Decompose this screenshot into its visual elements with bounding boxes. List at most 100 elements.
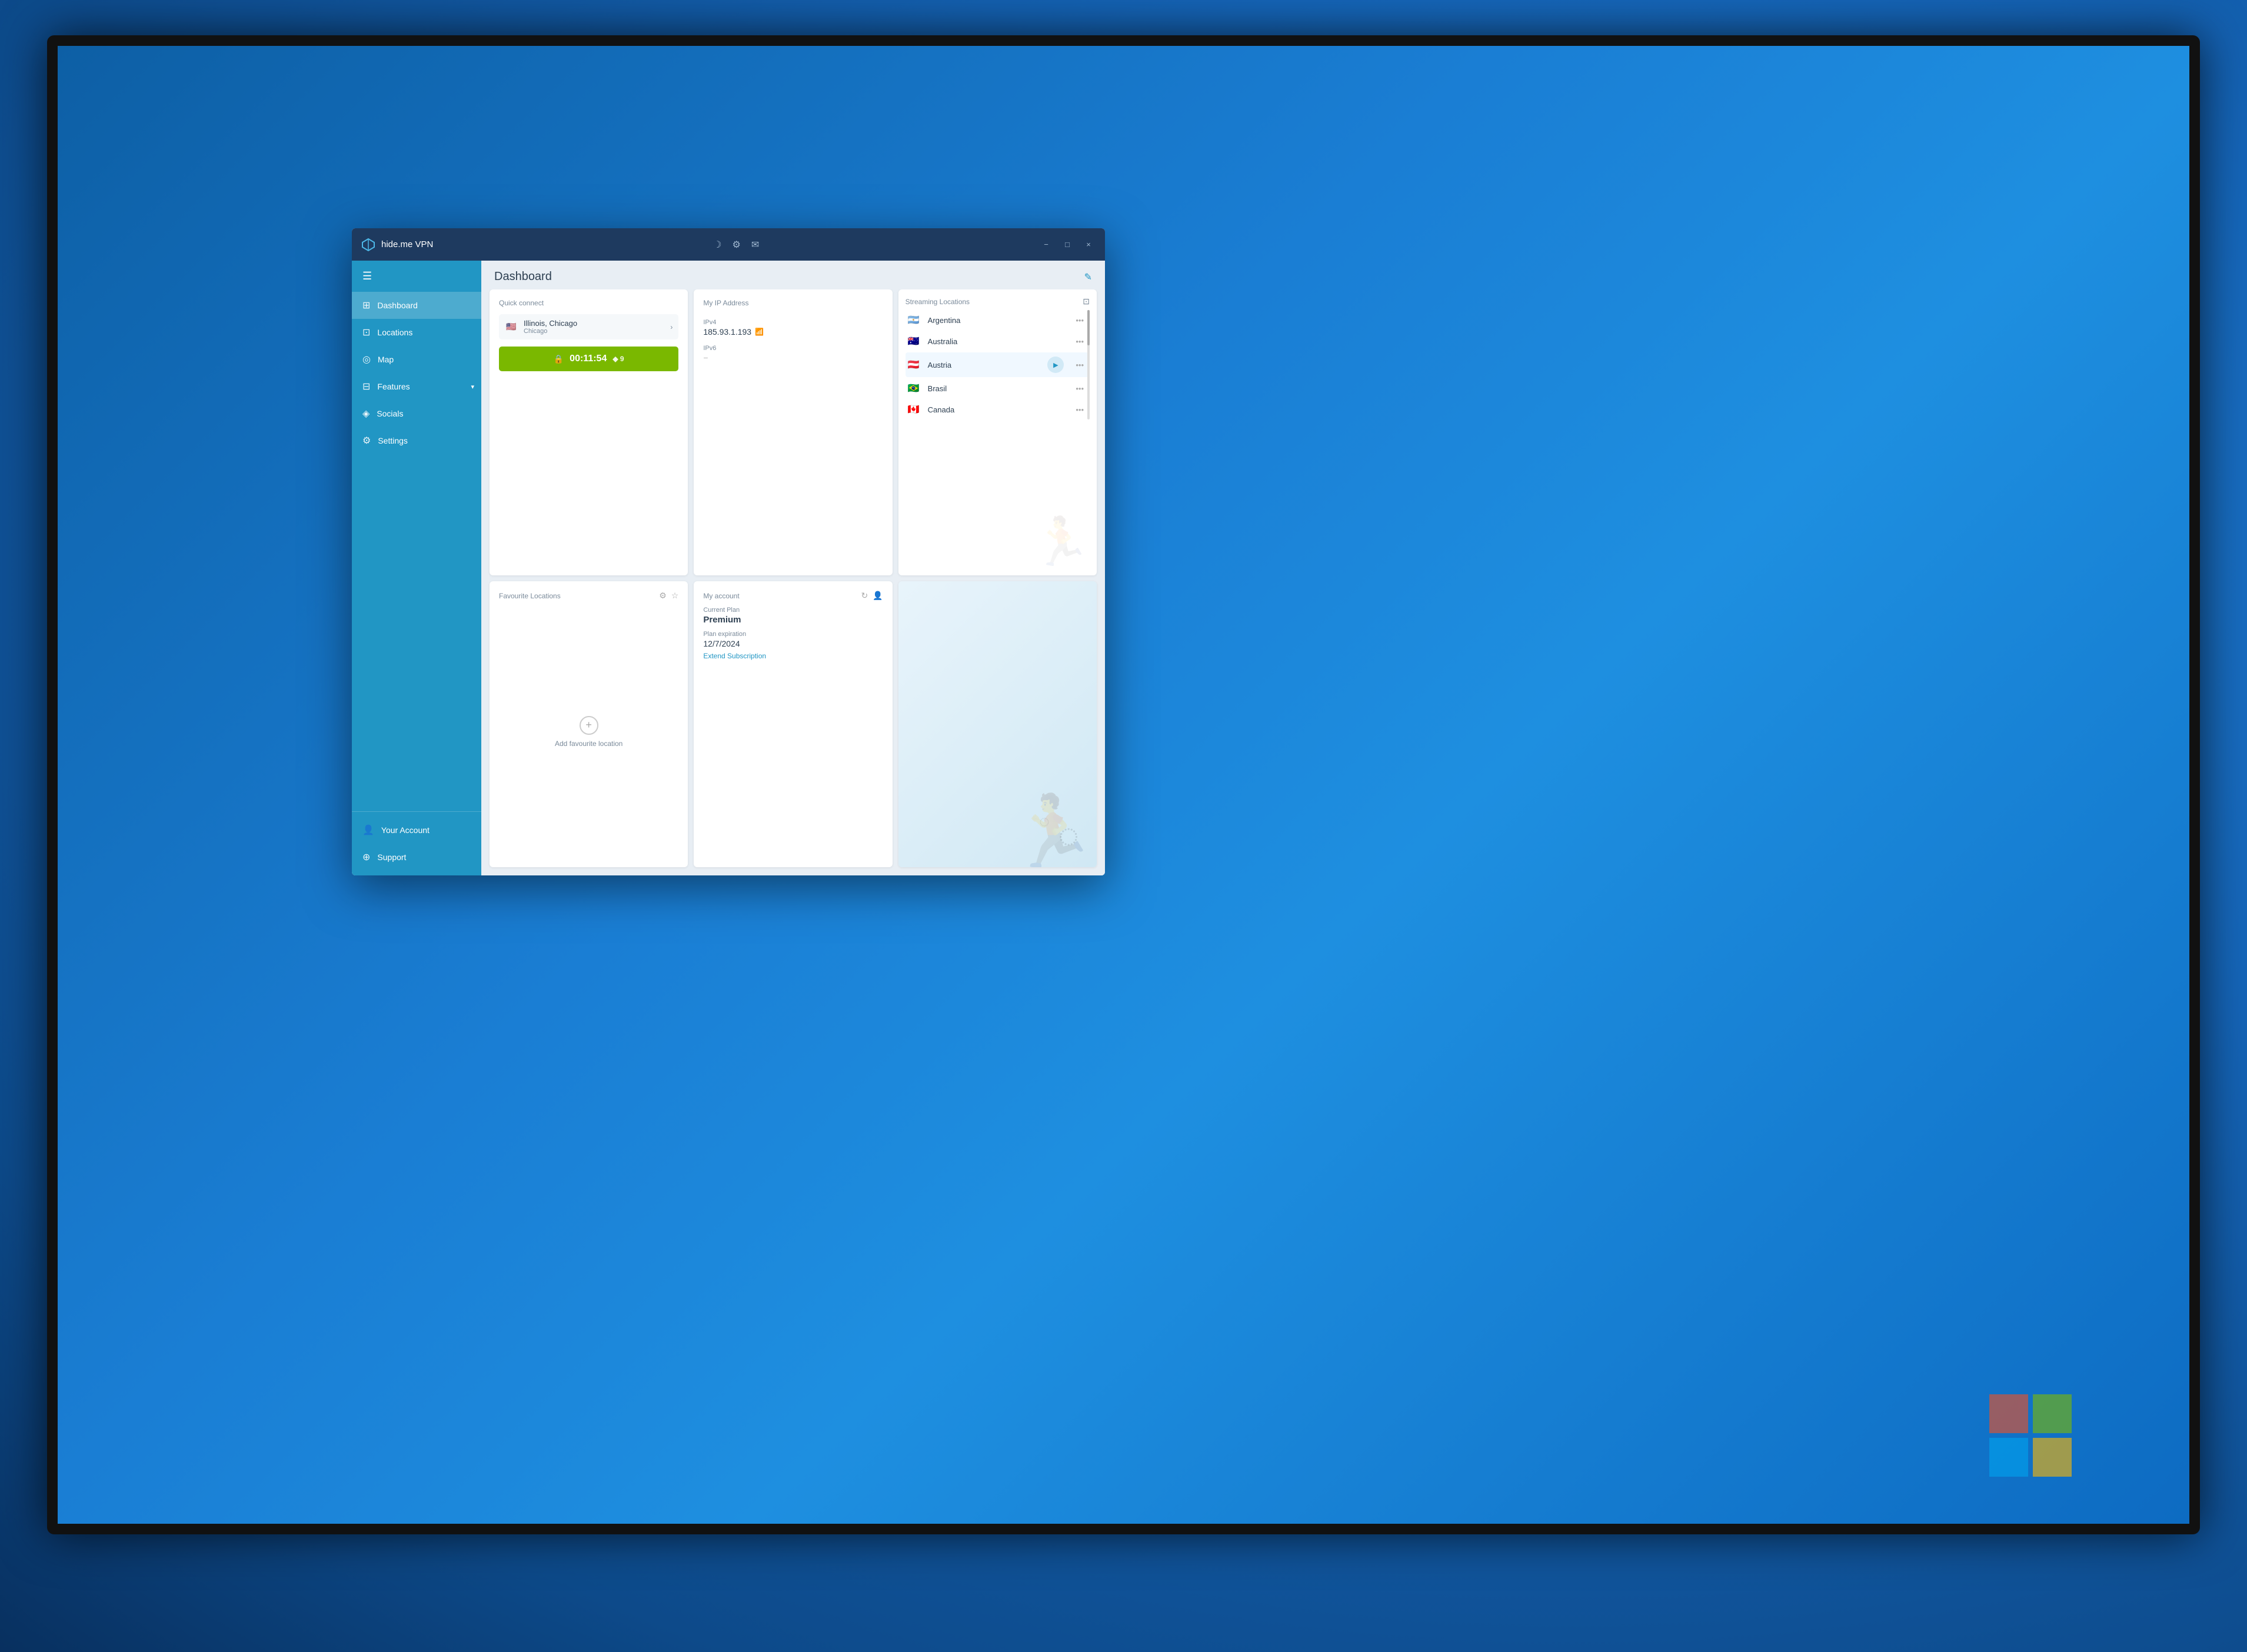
minimize-button[interactable]: − — [1039, 238, 1053, 252]
sidebar-item-settings[interactable]: ⚙ Settings — [352, 427, 481, 454]
moon-icon[interactable]: ☽ — [713, 239, 721, 251]
austria-flag: 🇦🇹 — [908, 359, 922, 371]
refresh-icon[interactable]: ↻ — [861, 591, 868, 601]
sidebar-item-support[interactable]: ⊕ Support — [352, 844, 481, 871]
sidebar-label-support: Support — [377, 852, 406, 862]
gear-fav-icon[interactable]: ⚙ — [659, 591, 667, 601]
austria-more[interactable]: ••• — [1072, 359, 1087, 371]
app-logo — [361, 238, 375, 252]
dashboard-grid: Quick connect 🇺🇸 Illinois, Chicago Chica… — [481, 289, 1105, 875]
ipv4-value: 185.93.1.193 — [703, 327, 751, 337]
plus-icon: + — [580, 716, 598, 735]
argentina-name: Argentina — [928, 316, 1067, 325]
settings-icon[interactable]: ⚙ — [732, 239, 740, 251]
sidebar: ☰ ⊞ Dashboard ⊡ Locations ◎ Map ⊟ Featur… — [352, 261, 481, 875]
australia-flag: 🇦🇺 — [908, 335, 922, 347]
sidebar-label-map: Map — [378, 355, 394, 364]
sidebar-label-account: Your Account — [381, 825, 430, 835]
sidebar-item-account[interactable]: 👤 Your Account — [352, 817, 481, 844]
streaming-item-brasil[interactable]: 🇧🇷 Brasil ••• — [906, 378, 1090, 398]
sidebar-item-locations[interactable]: ⊡ Locations — [352, 319, 481, 346]
australia-name: Australia — [928, 337, 1067, 346]
argentina-more[interactable]: ••• — [1072, 315, 1087, 326]
streaming-item-australia[interactable]: 🇦🇺 Australia ••• — [906, 331, 1090, 351]
edit-icon[interactable]: ✎ — [1084, 271, 1092, 283]
sidebar-label-dashboard: Dashboard — [377, 301, 418, 310]
main-content: Dashboard ✎ Quick connect 🇺🇸 Illinois, C… — [481, 261, 1105, 875]
sidebar-item-socials[interactable]: ◈ Socials — [352, 400, 481, 427]
app-body: ☰ ⊞ Dashboard ⊡ Locations ◎ Map ⊟ Featur… — [352, 261, 1105, 875]
sidebar-label-settings: Settings — [378, 436, 408, 445]
favourite-title: Favourite Locations — [499, 592, 561, 600]
qc-chevron-icon: › — [670, 323, 673, 331]
vpn-window: hide.me VPN ☽ ⚙ ✉ − □ × ☰ ⊞ Dashboard — [352, 228, 1105, 875]
account-icon: 👤 — [362, 824, 374, 836]
streaming-item-argentina[interactable]: 🇦🇷 Argentina ••• — [906, 310, 1090, 330]
maximize-button[interactable]: □ — [1060, 238, 1074, 252]
favourite-locations-card: Favourite Locations ⚙ ☆ + Add favourite … — [490, 581, 688, 867]
scroll-indicator — [1087, 310, 1090, 419]
close-button[interactable]: × — [1081, 238, 1096, 252]
expiry-label: Plan expiration — [703, 631, 883, 638]
austria-name: Austria — [928, 361, 1042, 369]
add-favourite-button[interactable]: + Add favourite location — [499, 605, 678, 858]
features-icon: ⊟ — [362, 381, 370, 392]
my-account-card: My account ↻ 👤 Current Plan Premium Plan… — [694, 581, 892, 867]
australia-more[interactable]: ••• — [1072, 336, 1087, 347]
brasil-more[interactable]: ••• — [1072, 383, 1087, 394]
scroll-thumb[interactable] — [1087, 310, 1090, 345]
canada-name: Canada — [928, 405, 1067, 414]
brasil-flag: 🇧🇷 — [908, 382, 922, 394]
socials-icon: ◈ — [362, 408, 369, 419]
map-icon: ◎ — [362, 354, 371, 365]
chevron-down-icon: ▾ — [471, 383, 474, 391]
ipv6-label: IPv6 — [703, 345, 883, 352]
connection-timer: 00:11:54 — [570, 354, 607, 364]
sidebar-item-dashboard[interactable]: ⊞ Dashboard — [352, 292, 481, 319]
quick-connect-card: Quick connect 🇺🇸 Illinois, Chicago Chica… — [490, 289, 688, 575]
canada-flag: 🇨🇦 — [908, 404, 922, 415]
ip-address-card: My IP Address IPv4 185.93.1.193 📶 IPv6 − — [694, 289, 892, 575]
support-icon: ⊕ — [362, 851, 370, 863]
streaming-item-austria[interactable]: 🇦🇹 Austria ▶ ••• — [906, 352, 1090, 377]
settings-nav-icon: ⚙ — [362, 435, 371, 447]
window-title: hide.me VPN — [381, 239, 433, 249]
bg-figure: 🏃 — [1009, 797, 1097, 867]
canada-more[interactable]: ••• — [1072, 404, 1087, 415]
qc-state: Chicago — [524, 328, 664, 335]
signal-indicator: ◆ 9 — [612, 355, 624, 363]
ipv4-label: IPv4 — [703, 319, 883, 326]
signal-icon: 📶 — [755, 328, 764, 336]
plan-value: Premium — [703, 615, 883, 625]
us-flag: 🇺🇸 — [505, 321, 518, 334]
connect-button[interactable]: 🔒 00:11:54 ◆ 9 — [499, 347, 678, 371]
locations-icon: ⊡ — [362, 327, 370, 338]
mail-icon[interactable]: ✉ — [751, 239, 759, 251]
extend-subscription-link[interactable]: Extend Subscription — [703, 652, 883, 660]
streaming-locations-card: Streaming Locations ⊡ 🇦🇷 Argentina ••• — [898, 289, 1097, 575]
sidebar-label-features: Features — [377, 382, 410, 391]
ipv6-value: − — [703, 353, 883, 362]
hamburger-menu[interactable]: ☰ — [352, 261, 481, 292]
bg-bubble1: ◌ — [1058, 815, 1079, 855]
austria-play-button[interactable]: ▶ — [1047, 357, 1064, 373]
argentina-flag: 🇦🇷 — [908, 314, 922, 326]
star-icon[interactable]: ☆ — [671, 591, 679, 601]
plan-label: Current Plan — [703, 607, 883, 614]
streaming-list: 🇦🇷 Argentina ••• 🇦🇺 Australia ••• 🇦🇹 — [906, 310, 1090, 419]
expand-icon[interactable]: ⊡ — [1083, 297, 1090, 307]
title-bar: hide.me VPN ☽ ⚙ ✉ − □ × — [352, 228, 1105, 261]
brasil-name: Brasil — [928, 384, 1067, 393]
decorative-card: 🏃 ◌ ◌ — [898, 581, 1097, 867]
streaming-item-canada[interactable]: 🇨🇦 Canada ••• — [906, 399, 1090, 419]
bg-decorative: 🏃 — [1032, 514, 1091, 569]
location-selector[interactable]: 🇺🇸 Illinois, Chicago Chicago › — [499, 314, 678, 339]
account-user-icon[interactable]: 👤 — [873, 591, 883, 601]
sidebar-label-locations: Locations — [377, 328, 412, 337]
quick-connect-title: Quick connect — [499, 299, 678, 307]
main-header: Dashboard ✎ — [481, 261, 1105, 289]
sidebar-item-features[interactable]: ⊟ Features ▾ — [352, 373, 481, 400]
bg-bubble2: ◌ — [1039, 812, 1050, 832]
sidebar-item-map[interactable]: ◎ Map — [352, 346, 481, 373]
account-title: My account — [703, 592, 739, 600]
